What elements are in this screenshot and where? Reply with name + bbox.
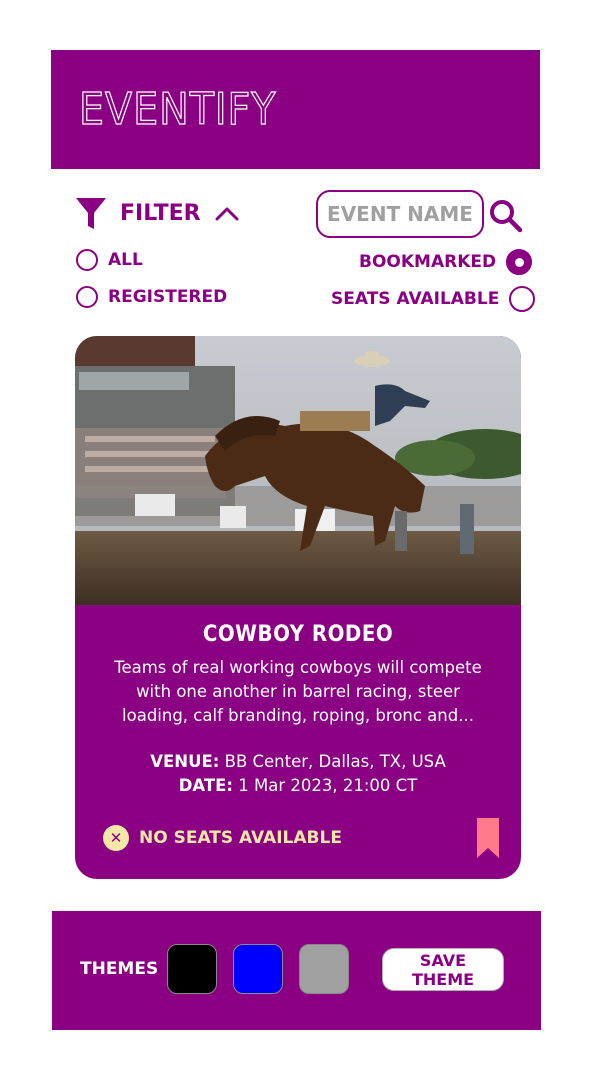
filter-option-label: REGISTERED — [108, 287, 228, 307]
theme-swatch-black[interactable] — [167, 944, 217, 994]
radio-circle — [509, 286, 536, 312]
event-photo — [75, 336, 521, 605]
search-icon[interactable] — [488, 198, 524, 234]
filter-option-label: SEATS AVAILABLE — [331, 289, 500, 309]
radio-circle — [76, 286, 98, 308]
event-venue: VENUE: BB Center, Dallas, TX, USA — [75, 752, 521, 771]
event-search-input[interactable] — [316, 190, 484, 238]
bookmark-icon[interactable] — [477, 818, 499, 858]
filter-toggle[interactable]: FILTER — [76, 196, 239, 230]
chevron-up-icon — [215, 207, 239, 221]
theme-bar: THEMES SAVE THEME — [52, 911, 541, 1030]
save-theme-button[interactable]: SAVE THEME — [382, 948, 504, 991]
themes-label: THEMES — [80, 959, 159, 979]
filter-option-all[interactable]: ALL — [76, 249, 143, 271]
date-label: DATE: — [178, 776, 234, 795]
seat-status: ✕ NO SEATS AVAILABLE — [103, 825, 342, 851]
theme-swatch-blue[interactable] — [233, 944, 283, 994]
filter-option-bookmarked[interactable]: BOOKMARKED — [359, 249, 533, 275]
filter-option-label: BOOKMARKED — [359, 252, 497, 272]
event-card[interactable]: COWBOY RODEO Teams of real working cowbo… — [75, 336, 521, 879]
filter-label: FILTER — [120, 200, 201, 226]
filter-option-registered[interactable]: REGISTERED — [76, 286, 227, 308]
event-title: COWBOY RODEO — [202, 622, 394, 647]
filter-option-label: ALL — [108, 250, 143, 270]
radio-circle — [76, 249, 98, 271]
date-value: 1 Mar 2023, 21:00 CT — [238, 776, 418, 795]
app-logo: EVENTIFY — [78, 83, 277, 135]
theme-swatch-gray[interactable] — [299, 944, 349, 994]
seat-status-text: NO SEATS AVAILABLE — [139, 828, 342, 848]
venue-value: BB Center, Dallas, TX, USA — [224, 752, 446, 771]
filter-icon — [76, 198, 106, 229]
event-date: DATE: 1 Mar 2023, 21:00 CT — [75, 776, 521, 795]
event-description: Teams of real working cowboys will compe… — [114, 658, 482, 725]
filter-option-seats-available[interactable]: SEATS AVAILABLE — [331, 286, 536, 312]
close-circle-icon: ✕ — [103, 825, 129, 851]
radio-circle-selected — [506, 249, 533, 275]
venue-label: VENUE: — [150, 752, 220, 771]
app-header: EVENTIFY — [51, 50, 540, 169]
